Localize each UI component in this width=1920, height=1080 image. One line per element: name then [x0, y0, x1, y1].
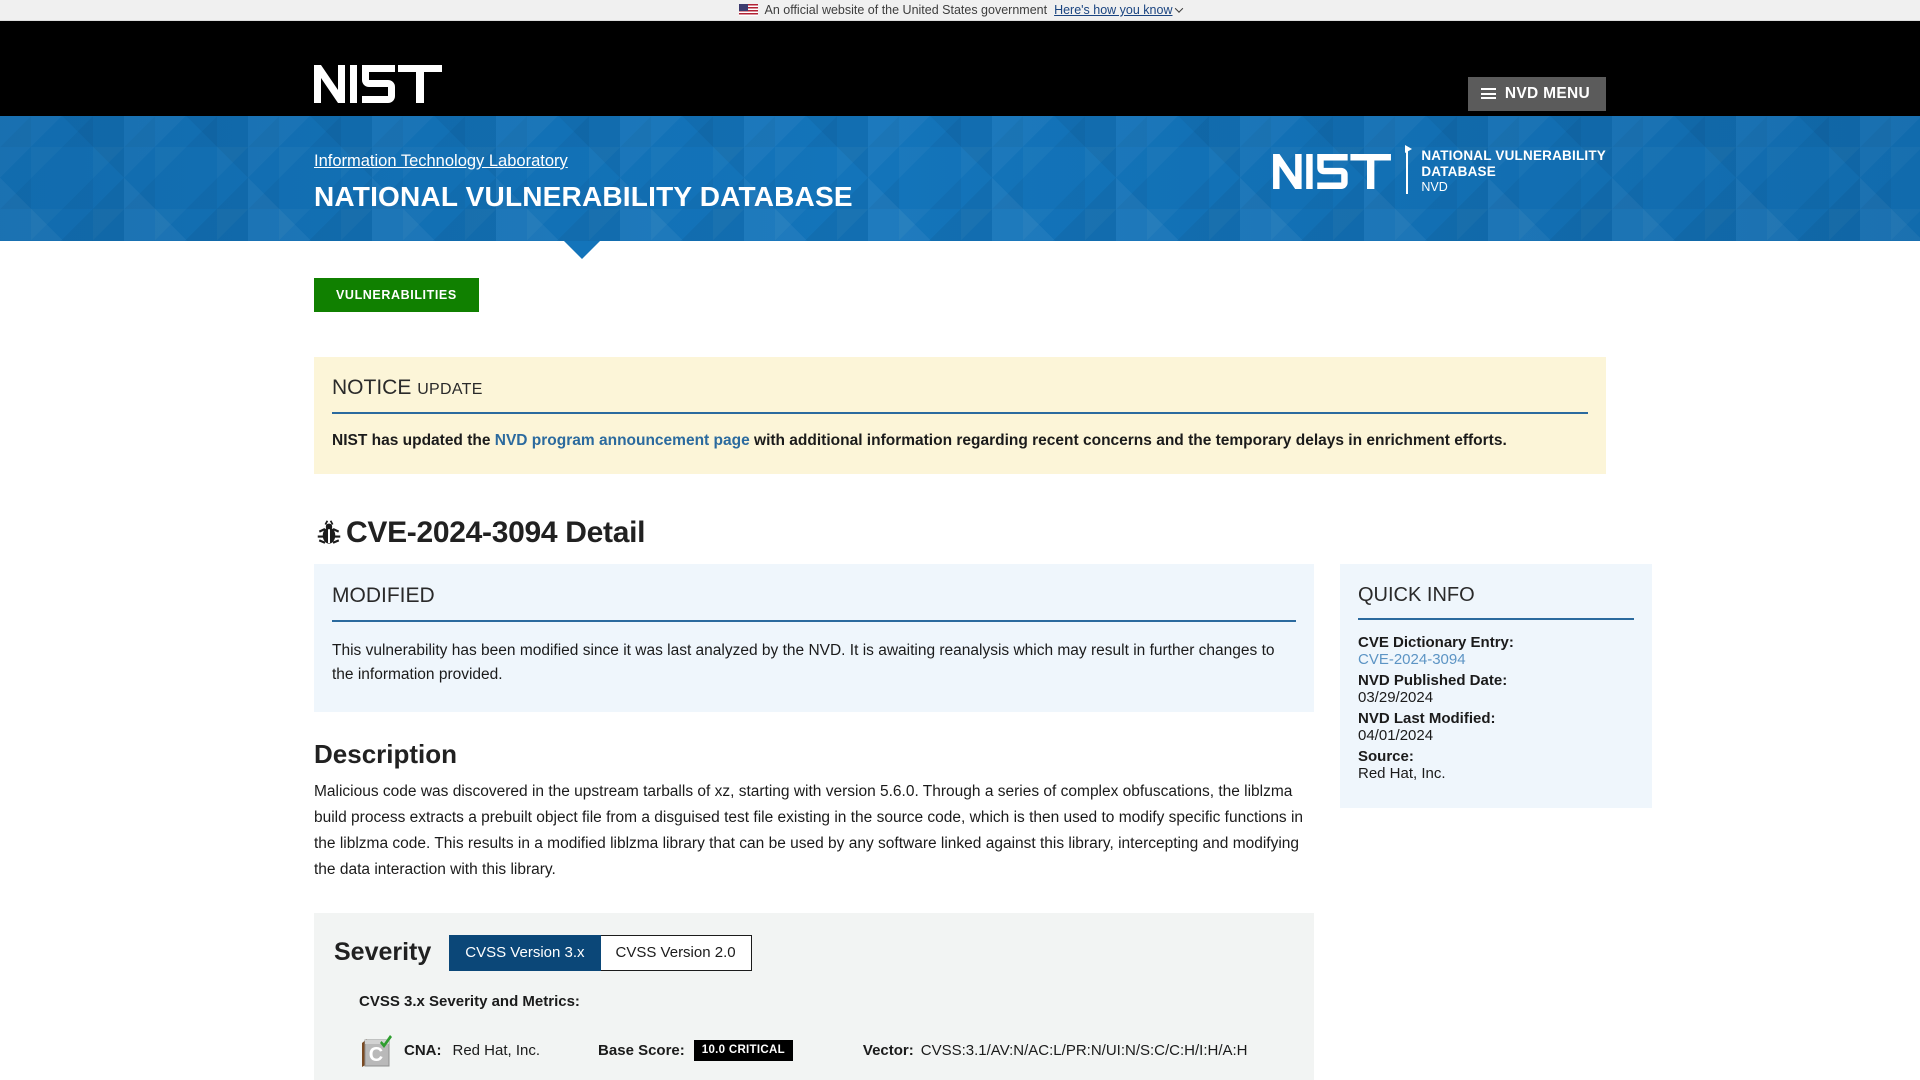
how-you-know-link[interactable]: Here's how you know	[1054, 3, 1183, 17]
severity-panel: Severity CVSS Version 3.x CVSS Version 2…	[314, 912, 1314, 1080]
cvss-metrics-row: C CNA: Red Hat, Inc. Base Score: 10.0 CR…	[359, 1034, 1294, 1068]
us-flag-icon	[738, 4, 758, 16]
notice-divider	[332, 412, 1588, 414]
nvd-menu-label: NVD MENU	[1504, 85, 1590, 102]
brand-divider	[1405, 145, 1413, 195]
base-score-label: Base Score:	[598, 1042, 685, 1060]
quick-info-label-3: Source:	[1358, 748, 1414, 766]
itl-link[interactable]: Information Technology Laboratory	[314, 152, 568, 171]
description-heading: Description	[314, 738, 458, 769]
svg-text:C: C	[369, 1044, 383, 1066]
severity-heading: Severity	[334, 938, 432, 967]
nvd-brand-logo[interactable]: NATIONAL VULNERABILITY DATABASE NVD	[1273, 145, 1606, 195]
quick-info-label-0: CVE Dictionary Entry:	[1358, 634, 1514, 652]
nav-tab-vulnerabilities[interactable]: VULNERABILITIES	[314, 278, 479, 312]
cvss-version-tabs: CVSS Version 3.x CVSS Version 2.0	[449, 934, 752, 971]
status-panel: MODIFIED This vulnerability has been mod…	[314, 564, 1314, 712]
quick-info-value-2: 04/01/2024	[1358, 727, 1434, 745]
nist-logo-mark	[1273, 153, 1392, 189]
chevron-down-icon	[1174, 4, 1183, 13]
nvd-program-announcement-link[interactable]: NVD program announcement page	[495, 432, 750, 449]
cna-value: Red Hat, Inc.	[452, 1042, 541, 1060]
notice-heading-main: NOTICE	[332, 376, 412, 399]
notice-text-after: with additional information regarding re…	[749, 432, 1507, 449]
gov-banner: An official website of the United States…	[0, 0, 1920, 21]
cna-clipboard-check-icon: C	[359, 1034, 393, 1068]
tab-cvss-3x[interactable]: CVSS Version 3.x	[449, 934, 601, 971]
status-badge: MODIFIED	[332, 584, 435, 608]
status-description: This vulnerability has been modified sin…	[332, 642, 1275, 684]
notice-banner: NOTICE UPDATE NIST has updated the NVD p…	[314, 357, 1606, 475]
notice-heading-sub: UPDATE	[417, 381, 483, 398]
quick-info-label-1: NVD Published Date:	[1358, 672, 1508, 690]
sidebar-column: QUICK INFO CVE Dictionary Entry: CVE-202…	[1340, 564, 1652, 809]
vector-value: CVSS:3.1/AV:N/AC:L/PR:N/UI:N/S:C/C:H/I:H…	[920, 1042, 1248, 1060]
page-content: VULNERABILITIES NOTICE UPDATE NIST has u…	[260, 241, 1660, 1080]
gov-banner-text: An official website of the United States…	[764, 3, 1048, 17]
quick-info-value-3: Red Hat, Inc.	[1358, 765, 1446, 783]
main-column: MODIFIED This vulnerability has been mod…	[314, 564, 1314, 1080]
brand-line-2: DATABASE	[1421, 163, 1496, 179]
page-title: CVE-2024-3094 Detail	[314, 516, 1606, 550]
hamburger-icon	[1480, 88, 1496, 100]
notice-body: NIST has updated the NVD program announc…	[332, 430, 1588, 452]
tab-cvss-20[interactable]: CVSS Version 2.0	[600, 934, 752, 971]
brand-line-1: NATIONAL VULNERABILITY	[1421, 148, 1606, 163]
description-text: Malicious code was discovered in the ups…	[314, 782, 1304, 878]
nist-logo[interactable]	[314, 65, 442, 108]
how-you-know-label: Here's how you know	[1054, 3, 1173, 17]
brand-line-3: NVD	[1421, 180, 1448, 195]
site-header: NVD MENU	[0, 21, 1920, 116]
quick-info-label-2: NVD Last Modified:	[1358, 710, 1496, 728]
notice-text-before: NIST has updated the	[332, 432, 495, 449]
severity-subtitle: CVSS 3.x Severity and Metrics:	[359, 992, 580, 1010]
cve-dictionary-entry-link[interactable]: CVE-2024-3094	[1358, 651, 1634, 668]
quick-info-divider	[1358, 618, 1634, 621]
page-title-text: CVE-2024-3094 Detail	[346, 516, 646, 550]
notice-heading: NOTICE UPDATE	[332, 376, 1588, 400]
quick-info-value-1: 03/29/2024	[1358, 689, 1434, 707]
quick-info-heading: QUICK INFO	[1358, 584, 1475, 607]
cna-label: CNA:	[404, 1042, 442, 1060]
base-score-badge[interactable]: 10.0 CRITICAL	[693, 1039, 793, 1062]
bug-icon	[314, 518, 344, 548]
site-banner: Information Technology Laboratory NATION…	[0, 116, 1920, 241]
nist-logo-mark	[314, 65, 442, 103]
quick-info-panel: QUICK INFO CVE Dictionary Entry: CVE-202…	[1340, 564, 1652, 809]
status-divider	[332, 620, 1296, 623]
site-title: NATIONAL VULNERABILITY DATABASE	[314, 181, 853, 212]
nvd-menu-button[interactable]: NVD MENU	[1467, 77, 1606, 111]
vector-label: Vector:	[862, 1042, 914, 1060]
